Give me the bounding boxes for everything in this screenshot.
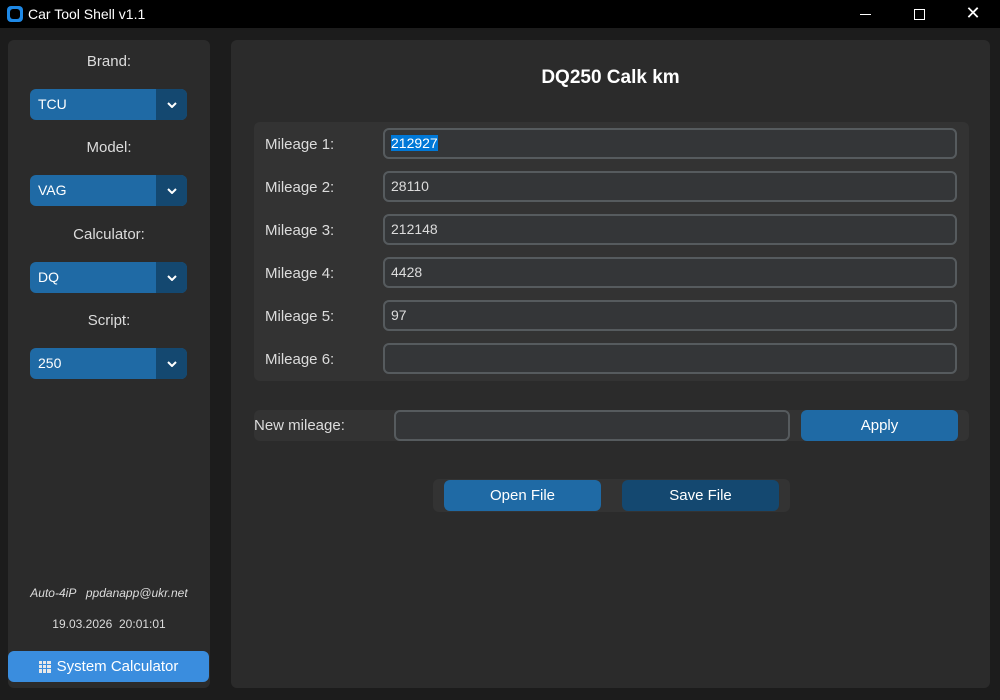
app-window: Car Tool Shell v1.1 ✕ Brand: TCU Model: …	[0, 0, 1000, 700]
brand-value: TCU	[38, 96, 67, 112]
mileage-6-input[interactable]	[383, 343, 957, 374]
mileage-6-label: Mileage 6:	[265, 351, 335, 368]
open-file-button[interactable]: Open File	[444, 480, 601, 511]
new-mileage-row: New mileage: Apply	[254, 410, 969, 441]
script-dropdown[interactable]: 250	[30, 348, 187, 379]
app-icon	[7, 6, 23, 22]
mileage-3-input[interactable]: 212148	[383, 214, 957, 245]
mileage-1-label: Mileage 1:	[265, 136, 335, 153]
chevron-down-icon[interactable]	[156, 262, 187, 293]
chevron-down-icon[interactable]	[156, 175, 187, 206]
save-file-button[interactable]: Save File	[622, 480, 779, 511]
mileage-5-input[interactable]: 97	[383, 300, 957, 331]
script-value: 250	[38, 355, 62, 371]
maximize-button[interactable]	[892, 0, 946, 28]
window-controls: ✕	[838, 0, 1000, 28]
model-dropdown[interactable]: VAG	[30, 175, 187, 206]
mileage-4-input[interactable]: 4428	[383, 257, 957, 288]
file-actions: Open File Save File	[433, 479, 790, 512]
sidebar: Brand: TCU Model: VAG Calculator: DQ Scr…	[8, 40, 210, 688]
calculator-icon	[38, 660, 51, 673]
system-calculator-label: System Calculator	[56, 658, 179, 675]
mileage-1-input[interactable]: 212927	[383, 128, 957, 159]
mileage-list: Mileage 1: 212927 Mileage 2: 28110 Milea…	[254, 122, 969, 381]
brand-label: Brand:	[86, 53, 132, 70]
title-bar: Car Tool Shell v1.1 ✕	[0, 0, 1000, 28]
mileage-2-input[interactable]: 28110	[383, 171, 957, 202]
brand-dropdown[interactable]: TCU	[30, 89, 187, 120]
calculator-label: Calculator:	[73, 226, 145, 243]
calculator-dropdown[interactable]: DQ	[30, 262, 187, 293]
system-calculator-button[interactable]: System Calculator	[8, 651, 209, 682]
main-panel: DQ250 Calk km Mileage 1: 212927 Mileage …	[231, 40, 990, 688]
datetime-display: 19.03.2026 20:01:01	[52, 617, 166, 631]
mileage-3-label: Mileage 3:	[265, 222, 335, 239]
apply-button[interactable]: Apply	[801, 410, 958, 441]
mileage-4-label: Mileage 4:	[265, 265, 335, 282]
script-label: Script:	[87, 312, 131, 329]
minimize-button[interactable]	[838, 0, 892, 28]
close-button[interactable]: ✕	[946, 0, 1000, 28]
chevron-down-icon[interactable]	[156, 348, 187, 379]
calculator-value: DQ	[38, 269, 59, 285]
maximize-icon	[913, 8, 925, 20]
page-title: DQ250 Calk km	[541, 67, 680, 88]
chevron-down-icon[interactable]	[156, 89, 187, 120]
author-info: Auto-4iP ppdanapp@ukr.net	[30, 586, 188, 600]
model-label: Model:	[86, 139, 132, 156]
close-icon: ✕	[965, 3, 981, 24]
mileage-5-label: Mileage 5:	[265, 308, 335, 325]
mileage-2-label: Mileage 2:	[265, 179, 335, 196]
minimize-icon	[859, 13, 871, 15]
model-value: VAG	[38, 182, 67, 198]
mileage-1-value: 212927	[391, 135, 438, 151]
window-title: Car Tool Shell v1.1	[28, 6, 146, 22]
new-mileage-label: New mileage:	[254, 417, 345, 434]
new-mileage-input[interactable]	[394, 410, 790, 441]
